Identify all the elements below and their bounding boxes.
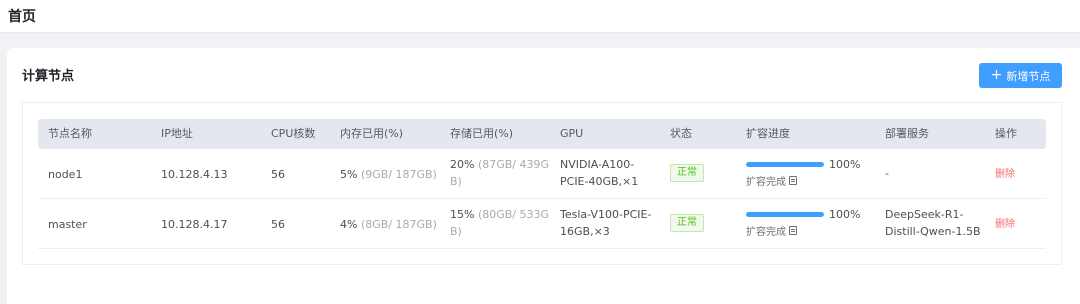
node-name: master — [48, 217, 87, 231]
memory-usage: 4% (8GB/ 187GB) — [340, 199, 437, 249]
memory-detail: (8GB/ 187GB) — [360, 217, 437, 231]
gpu-line-2: 16GB,×3 — [560, 225, 610, 238]
progress-percent: 100% — [829, 158, 861, 171]
progress-track — [746, 212, 824, 217]
storage-detail-cont: B) — [450, 175, 462, 188]
deployed-service: DeepSeek-R1- Distill-Qwen-1.5B — [885, 206, 981, 240]
table-header: 节点名称 IP地址 CPU核数 内存已用(%) 存储已用(%) GPU 状态 扩… — [38, 119, 1046, 149]
delete-link[interactable]: 删除 — [995, 166, 1015, 183]
storage-detail-cont: B) — [450, 225, 462, 238]
storage-percent: 20% — [450, 158, 475, 171]
add-node-label: 新增节点 — [1006, 69, 1051, 83]
memory-percent: 5% — [340, 167, 358, 181]
add-node-button[interactable]: + 新增节点 — [979, 63, 1062, 88]
column-header-service: 部署服务 — [885, 127, 929, 140]
card-title: 计算节点 — [22, 69, 75, 84]
gpu-info: Tesla-V100-PCIE- 16GB,×3 — [560, 206, 651, 240]
progress-status-label: 扩容完成 — [746, 227, 786, 238]
progress-percent: 100% — [829, 208, 861, 221]
deployed-service: - — [885, 165, 889, 182]
service-line-2: Distill-Qwen-1.5B — [885, 225, 981, 238]
gpu-info: NVIDIA-A100- PCIE-40GB,×1 — [560, 156, 638, 190]
gpu-line-1: Tesla-V100-PCIE- — [560, 208, 652, 221]
progress-fill — [746, 212, 824, 217]
table-row: master 10.128.4.17 56 4% (8GB/ 187GB) 15… — [38, 199, 1046, 249]
column-header-progress: 扩容进度 — [746, 127, 790, 140]
memory-percent: 4% — [340, 217, 358, 231]
compute-nodes-card: 计算节点 + 新增节点 节点名称 IP地址 CPU核数 内存已用(%) 存储已用… — [7, 48, 1080, 304]
storage-detail: (87GB/ 439G — [477, 158, 550, 171]
node-ip: 10.128.4.17 — [161, 217, 228, 231]
document-icon[interactable] — [789, 226, 797, 235]
storage-usage: 20% (87GB/ 439G B) — [450, 156, 555, 190]
column-header-action: 操作 — [995, 127, 1017, 140]
memory-detail: (9GB/ 187GB) — [360, 167, 437, 181]
gpu-line-1: NVIDIA-A100- — [560, 158, 635, 171]
top-header: 首页 — [0, 0, 1080, 33]
document-icon[interactable] — [789, 176, 797, 185]
row-actions: 删除 — [995, 199, 1015, 249]
expand-progress: 100% 扩容完成 — [746, 157, 876, 188]
progress-status-label: 扩容完成 — [746, 177, 786, 188]
storage-detail: (80GB/ 533G — [477, 208, 550, 221]
progress-fill — [746, 162, 824, 167]
column-header-name: 节点名称 — [48, 127, 92, 140]
node-name: node1 — [48, 167, 83, 181]
memory-usage: 5% (9GB/ 187GB) — [340, 149, 437, 199]
page-title: 首页 — [8, 9, 36, 25]
expand-progress: 100% 扩容完成 — [746, 207, 876, 238]
service-line-1: DeepSeek-R1- — [885, 208, 964, 221]
progress-track — [746, 162, 824, 167]
table-row: node1 10.128.4.13 56 5% (9GB/ 187GB) 20%… — [38, 149, 1046, 199]
delete-link[interactable]: 删除 — [995, 216, 1015, 233]
node-ip: 10.128.4.13 — [161, 167, 228, 181]
plus-icon: + — [990, 67, 1003, 83]
column-header-cpu: CPU核数 — [271, 127, 316, 140]
status-badge: 正常 — [670, 164, 704, 182]
row-actions: 删除 — [995, 149, 1015, 199]
column-header-memory: 内存已用(%) — [340, 127, 404, 140]
column-header-gpu: GPU — [560, 127, 584, 140]
service-line-1: - — [885, 167, 889, 180]
column-header-status: 状态 — [670, 127, 692, 140]
gpu-line-2: PCIE-40GB,×1 — [560, 175, 639, 188]
column-header-ip: IP地址 — [161, 127, 193, 140]
nodes-table: 节点名称 IP地址 CPU核数 内存已用(%) 存储已用(%) GPU 状态 扩… — [22, 102, 1062, 265]
storage-usage: 15% (80GB/ 533G B) — [450, 206, 555, 240]
status-badge: 正常 — [670, 214, 704, 232]
cpu-cores: 56 — [271, 167, 285, 181]
column-header-storage: 存储已用(%) — [450, 127, 514, 140]
storage-percent: 15% — [450, 208, 475, 221]
cpu-cores: 56 — [271, 217, 285, 231]
